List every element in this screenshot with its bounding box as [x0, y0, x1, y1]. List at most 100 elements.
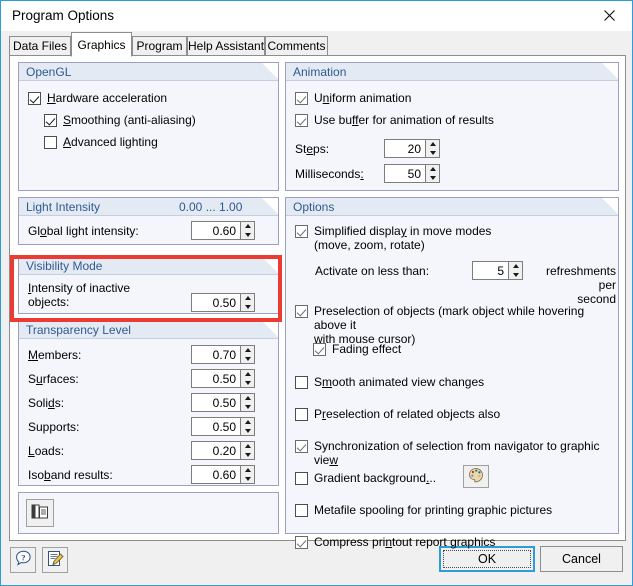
checkbox-box — [295, 225, 308, 238]
spinner-value[interactable]: 0.50 — [191, 369, 240, 388]
checkbox-box — [313, 343, 326, 356]
spinner-loads[interactable]: 0.20 — [191, 441, 255, 460]
group-title-visibility-mode: Visibility Mode — [26, 259, 103, 273]
spinner-up-button[interactable] — [241, 370, 254, 379]
spinner-up-button[interactable] — [241, 466, 254, 475]
ok-button-label: OK — [477, 552, 497, 566]
spinner-value[interactable]: 5 — [472, 261, 508, 280]
spinner-value[interactable]: 0.60 — [191, 465, 240, 484]
help-icon: ? — [15, 550, 32, 570]
tab-graphics[interactable]: Graphics — [71, 32, 132, 57]
group-body: Hardware acceleration Smoothing (anti-al… — [19, 80, 278, 190]
spinner-value[interactable]: 0.70 — [191, 345, 240, 364]
group-body: Global light intensity: 0.60 — [19, 215, 278, 244]
spinner-buttons — [240, 221, 255, 240]
tab-program[interactable]: Program — [132, 36, 187, 56]
checkbox-label: Gradient background... — [314, 471, 437, 485]
spinner-up-button[interactable] — [509, 262, 522, 271]
notes-button[interactable] — [42, 547, 68, 573]
spinner-value[interactable]: 0.50 — [191, 393, 240, 412]
spinner-global-light-intensity[interactable]: 0.60 — [191, 221, 255, 240]
group-options: Options Simplified display in move modes… — [285, 197, 619, 549]
spinner-down-button[interactable] — [426, 174, 439, 183]
spinner-solids[interactable]: 0.50 — [191, 393, 255, 412]
spinner-down-button[interactable] — [241, 379, 254, 388]
checkbox-use-buffer[interactable]: Use buffer for animation of results — [295, 113, 494, 127]
spinner-members[interactable]: 0.70 — [191, 345, 255, 364]
spinner-up-button[interactable] — [241, 418, 254, 427]
spinner-isoband-results[interactable]: 0.60 — [191, 465, 255, 484]
spinner-down-button[interactable] — [241, 231, 254, 240]
checkbox-preselection-of-objects[interactable]: Preselection of objects (mark object whi… — [295, 304, 618, 346]
label-members: Members: — [28, 348, 82, 362]
spinner-value[interactable]: 0.50 — [191, 293, 240, 312]
spinner-value[interactable]: 0.60 — [191, 221, 240, 240]
checkbox-simplified-display[interactable]: Simplified display in move modes (move, z… — [295, 224, 491, 252]
spinner-up-button[interactable] — [241, 222, 254, 231]
spinner-down-button[interactable] — [241, 403, 254, 412]
checkbox-fading-effect[interactable]: Fading effect — [313, 342, 401, 356]
spinner-up-button[interactable] — [426, 140, 439, 149]
group-opengl: OpenGL Hardware acceleration Smoothing (… — [18, 62, 279, 191]
spinner-down-button[interactable] — [241, 475, 254, 484]
cancel-button[interactable]: Cancel — [540, 546, 623, 572]
spinner-value[interactable]: 20 — [384, 139, 425, 158]
spinner-up-button[interactable] — [241, 394, 254, 403]
close-icon — [604, 10, 615, 21]
title-bar: Program Options — [1, 1, 632, 31]
gradient-background-color-button[interactable] — [463, 465, 489, 488]
checkbox-compress-printout-report-graphics[interactable]: Compress printout report graphics — [295, 535, 495, 549]
close-button[interactable] — [587, 1, 632, 30]
checkbox-label: Preselection of objects (mark object whi… — [314, 304, 585, 346]
spinner-milliseconds[interactable]: 50 — [384, 164, 440, 183]
checkbox-box — [295, 305, 308, 318]
tab-data-files[interactable]: Data Files — [9, 36, 71, 56]
spinner-down-button[interactable] — [241, 303, 254, 312]
checkbox-box — [44, 114, 57, 127]
checkbox-label: Smoothing (anti-aliasing) — [63, 113, 196, 127]
graphics-tab-page: OpenGL Hardware acceleration Smoothing (… — [9, 55, 626, 549]
spinner-down-button[interactable] — [509, 271, 522, 280]
checkbox-smoothing[interactable]: Smoothing (anti-aliasing) — [44, 113, 196, 127]
spinner-down-button[interactable] — [426, 149, 439, 158]
spinner-steps[interactable]: 20 — [384, 139, 440, 158]
label-solids: Solids: — [28, 396, 65, 410]
spinner-up-button[interactable] — [426, 165, 439, 174]
spinner-activate-threshold[interactable]: 5 — [472, 261, 523, 280]
spinner-up-button[interactable] — [241, 346, 254, 355]
spinner-down-button[interactable] — [241, 355, 254, 364]
spinner-intensity-inactive-objects[interactable]: 0.50 — [191, 293, 255, 312]
tab-help-assistant[interactable]: Help Assistant — [187, 36, 265, 56]
layout-panel-icon — [31, 503, 49, 524]
spinner-down-button[interactable] — [241, 451, 254, 460]
checkbox-label: Compress printout report graphics — [314, 535, 496, 549]
spinner-value[interactable]: 0.50 — [191, 417, 240, 436]
spinner-up-button[interactable] — [241, 294, 254, 303]
ok-button[interactable]: OK — [439, 546, 535, 572]
checkbox-box — [28, 92, 41, 105]
checkbox-advanced-lighting[interactable]: Advanced lighting — [44, 135, 158, 149]
checkbox-hardware-acceleration[interactable]: Hardware acceleration — [28, 91, 167, 105]
checkbox-preselection-related-objects[interactable]: Preselection of related objects also — [295, 407, 500, 421]
layout-panel-button[interactable] — [26, 499, 54, 527]
label-surfaces: Surfaces: — [28, 372, 79, 386]
tab-label: Help Assistant — [187, 39, 265, 53]
spinner-up-button[interactable] — [241, 442, 254, 451]
help-button[interactable]: ? — [10, 547, 36, 573]
spinner-supports[interactable]: 0.50 — [191, 417, 255, 436]
spinner-surfaces[interactable]: 0.50 — [191, 369, 255, 388]
checkbox-synchronization-of-selection[interactable]: Synchronization of selection from naviga… — [295, 439, 618, 467]
tab-comments[interactable]: Comments — [265, 36, 328, 56]
spinner-value[interactable]: 0.20 — [191, 441, 240, 460]
edit-notes-icon — [47, 550, 64, 570]
checkbox-smooth-animated-view-changes[interactable]: Smooth animated view changes — [295, 375, 484, 389]
spinner-buttons — [240, 441, 255, 460]
group-title-light-intensity: Light Intensity — [26, 200, 101, 214]
label-refreshments-per-second: refreshments per second — [545, 264, 616, 306]
checkbox-metafile-spooling[interactable]: Metafile spooling for printing graphic p… — [295, 503, 552, 517]
spinner-down-button[interactable] — [241, 427, 254, 436]
checkbox-label: Fading effect — [332, 342, 402, 356]
spinner-value[interactable]: 50 — [384, 164, 425, 183]
checkbox-gradient-background[interactable]: Gradient background... — [295, 471, 436, 485]
checkbox-uniform-animation[interactable]: Uniform animation — [295, 91, 411, 105]
